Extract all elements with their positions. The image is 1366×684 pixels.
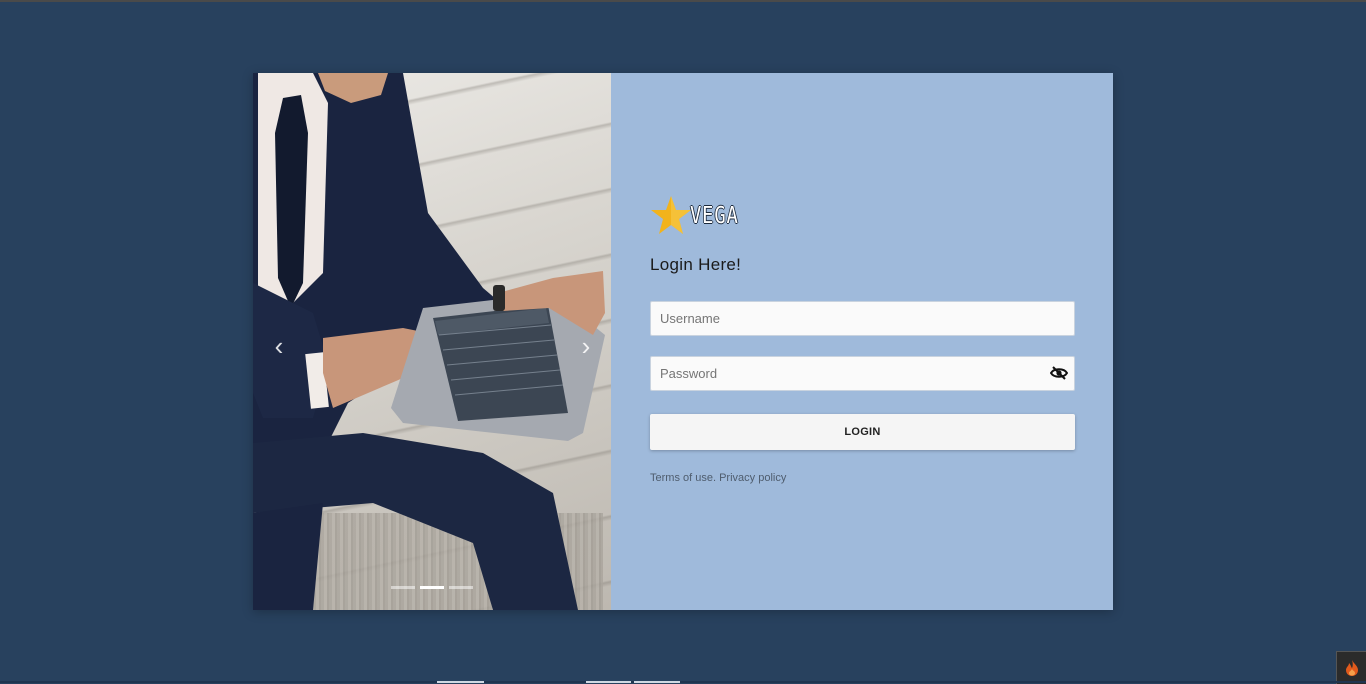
username-input[interactable]	[650, 301, 1075, 336]
chevron-right-icon: ›	[581, 331, 591, 361]
carousel-indicator-3[interactable]	[449, 586, 473, 589]
carousel-next-button[interactable]: ›	[571, 331, 601, 361]
legal-links: Terms of use. Privacy policy	[650, 472, 786, 484]
carousel-slide-image	[253, 73, 605, 610]
image-carousel: ‹ ›	[253, 73, 611, 610]
brand-name: VEGA	[690, 203, 739, 229]
carousel-prev-button[interactable]: ‹	[264, 331, 294, 361]
page-title: Login Here!	[650, 255, 742, 274]
fire-icon	[1346, 660, 1358, 676]
login-button[interactable]: LOGIN	[650, 414, 1075, 450]
carousel-indicator-2[interactable]	[420, 586, 444, 589]
terms-of-use-link[interactable]: Terms of use.	[650, 472, 716, 484]
star-icon	[651, 196, 691, 234]
carousel-indicator-1[interactable]	[391, 586, 415, 589]
vega-logo: VEGA	[649, 194, 751, 238]
fire-widget-button[interactable]	[1336, 651, 1366, 684]
eye-off-icon	[1050, 366, 1068, 380]
window-top-border	[0, 0, 1366, 2]
privacy-policy-link[interactable]: Privacy policy	[719, 472, 786, 484]
carousel-indicators	[391, 586, 473, 589]
chevron-left-icon: ‹	[274, 331, 284, 361]
login-pane: VEGA Login Here! LOGIN Terms of use. Pri…	[611, 73, 1113, 610]
password-visibility-toggle[interactable]	[1048, 363, 1070, 383]
password-input[interactable]	[650, 356, 1075, 391]
login-card: ‹ › VEGA Login Here! Username LOGIN Term…	[253, 73, 1113, 610]
